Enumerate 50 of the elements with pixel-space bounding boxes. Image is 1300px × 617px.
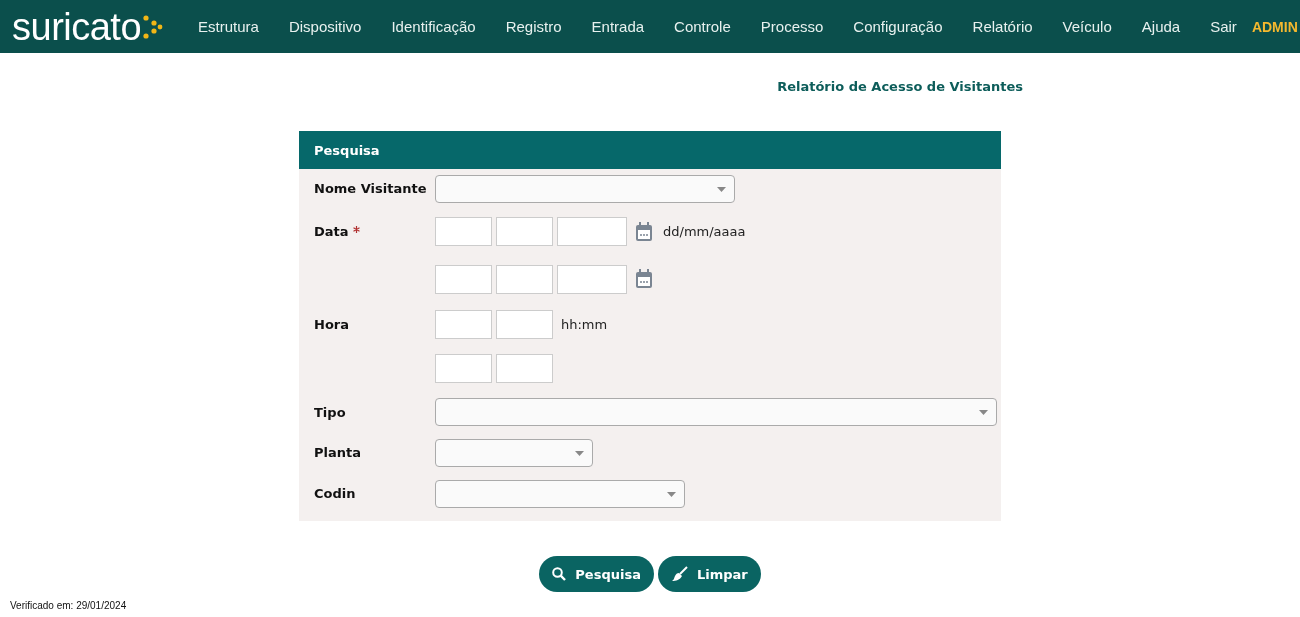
dots-icon	[141, 13, 164, 40]
brand-logo[interactable]: suricato	[12, 7, 164, 46]
field-label: Nome Visitante	[314, 181, 427, 196]
clear-button[interactable]: Limpar	[657, 556, 761, 592]
nav-link[interactable]: Dispositivo	[288, 18, 362, 35]
calendar-icon[interactable]	[635, 221, 653, 242]
format-hint: hh:mm	[561, 316, 608, 332]
nav-link[interactable]: Entrada	[591, 18, 645, 35]
search-button[interactable]: Pesquisa	[539, 556, 654, 592]
field-label: Planta	[314, 445, 361, 460]
nav-link[interactable]: Controle	[674, 18, 731, 35]
caret-icon	[717, 186, 726, 192]
nav-link[interactable]: Veículo	[1062, 18, 1112, 35]
field-label: Data	[314, 224, 349, 239]
user-name[interactable]: ADMIN	[1251, 18, 1298, 35]
year-input[interactable]	[557, 264, 627, 294]
month-input[interactable]	[496, 217, 553, 246]
calendar-icon[interactable]	[635, 269, 653, 289]
dropdown-field[interactable]	[435, 398, 997, 426]
page-title: Relatório de Acesso de Visitantes	[777, 79, 1023, 96]
search-icon	[552, 567, 567, 581]
dropdown-field[interactable]	[435, 438, 593, 467]
panel-title: Pesquisa	[299, 131, 1001, 169]
hour-input[interactable]	[435, 309, 492, 339]
format-hint: dd/mm/aaaa	[663, 224, 746, 239]
nav-link[interactable]: Estrutura	[198, 18, 259, 35]
day-input[interactable]	[435, 264, 492, 294]
minute-input[interactable]	[496, 354, 553, 383]
verified-date: Verificado em: 29/01/2024	[10, 600, 127, 611]
caret-icon	[575, 450, 584, 456]
nav-link[interactable]: Identificação	[391, 18, 476, 35]
field-label: Hora	[314, 316, 349, 332]
field-label: Tipo	[314, 404, 346, 420]
nav-link[interactable]: Relatório	[972, 18, 1033, 35]
hour-input[interactable]	[435, 354, 492, 383]
nav-link[interactable]: Processo	[760, 18, 824, 35]
field-label: Codin	[314, 486, 356, 501]
broom-icon	[670, 566, 688, 582]
nav-link[interactable]: Registro	[505, 18, 562, 35]
year-input[interactable]	[557, 217, 627, 246]
nav-link[interactable]: Ajuda	[1141, 18, 1181, 35]
dropdown-field[interactable]	[435, 479, 685, 508]
nav-link[interactable]: Configuração	[853, 18, 943, 35]
caret-icon	[979, 410, 988, 415]
dropdown-field[interactable]	[435, 174, 735, 203]
caret-icon	[667, 491, 676, 497]
month-input[interactable]	[496, 264, 553, 294]
day-input[interactable]	[435, 217, 492, 246]
minute-input[interactable]	[496, 309, 553, 339]
nav-link[interactable]: Sair	[1210, 18, 1237, 35]
